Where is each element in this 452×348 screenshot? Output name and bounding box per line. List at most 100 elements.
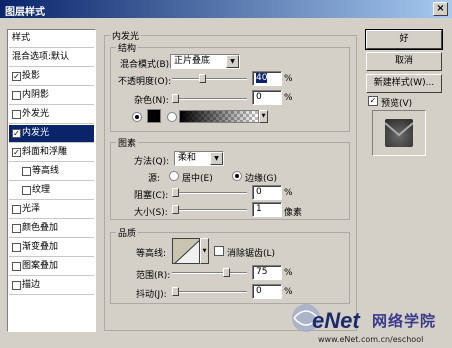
contour-picker[interactable]	[172, 238, 200, 264]
size-input[interactable]: 1	[252, 202, 282, 217]
range-input[interactable]: 75	[252, 265, 282, 280]
range-slider[interactable]	[172, 268, 247, 277]
jitter-input[interactable]: 0	[252, 284, 282, 299]
style-item[interactable]: 纹理	[9, 182, 94, 200]
source-center-label: 居中(E)	[182, 174, 213, 184]
watermark-cn: 网络学院	[372, 312, 437, 330]
noise-input[interactable]: 0	[252, 90, 282, 105]
source-edge-label: 边缘(G)	[245, 174, 277, 184]
range-unit: %	[284, 268, 293, 278]
preview-label: 预览(V)	[381, 99, 413, 109]
checkbox-icon[interactable]	[12, 262, 21, 271]
style-item[interactable]: 外发光	[9, 106, 94, 124]
opacity-input[interactable]: 40	[252, 71, 282, 86]
style-item[interactable]: ✓ 投影	[9, 68, 94, 86]
checkbox-icon[interactable]	[22, 186, 31, 195]
chevron-down-icon: ▼	[226, 55, 239, 68]
jitter-slider-thumb[interactable]	[172, 287, 179, 296]
jitter-slider[interactable]	[172, 287, 247, 296]
gradient-dropdown-icon[interactable]: ▼	[259, 110, 268, 123]
watermark-url: www.eNet.com.cn/eschool	[318, 335, 424, 344]
noise-label: 杂色(N):	[134, 96, 169, 106]
close-button[interactable]: ×	[433, 2, 448, 16]
preview-checkbox[interactable]: ✓	[368, 96, 378, 106]
window-title: 图层样式	[5, 7, 45, 18]
style-item[interactable]: 等高线	[9, 163, 94, 181]
choke-label: 阻塞(C):	[134, 191, 169, 201]
range-label: 范围(R):	[136, 271, 171, 281]
contour-curve-icon	[174, 240, 199, 263]
ok-button[interactable]: 好	[365, 29, 443, 50]
style-item[interactable]: 描边	[9, 277, 94, 295]
checkbox-checked-icon[interactable]: ✓	[12, 148, 21, 157]
style-item-label: 外发光	[22, 109, 50, 119]
styles-header-label: 样式	[12, 33, 31, 43]
solid-color-radio[interactable]	[132, 112, 142, 122]
checkbox-icon[interactable]	[12, 224, 21, 233]
blend-mode-label: 混合模式(B):	[120, 60, 173, 70]
checkbox-icon[interactable]	[12, 110, 21, 119]
method-select[interactable]: 柔和 ▼	[174, 151, 224, 166]
contour-dropdown-icon[interactable]: ▼	[200, 238, 209, 264]
style-item-label: 纹理	[32, 185, 51, 195]
style-item[interactable]: 光泽	[9, 201, 94, 219]
style-item-label: 内发光	[22, 128, 50, 138]
noise-slider[interactable]	[172, 94, 247, 103]
opacity-unit: %	[284, 74, 293, 84]
contour-label: 等高线:	[136, 249, 167, 259]
style-item[interactable]: ✓ 内发光	[9, 125, 94, 143]
noise-slider-thumb[interactable]	[172, 94, 179, 103]
choke-slider-thumb[interactable]	[172, 188, 179, 197]
jitter-label: 抖动(J):	[136, 290, 167, 300]
source-edge-radio[interactable]	[232, 171, 242, 181]
structure-title: 结构	[116, 41, 139, 54]
elements-title: 图素	[116, 136, 139, 149]
choke-unit: %	[284, 188, 293, 198]
choke-slider[interactable]	[172, 188, 247, 197]
watermark-brand: eNet	[312, 308, 360, 333]
style-item-label: 渐变叠加	[22, 242, 59, 252]
gradient-picker[interactable]	[179, 110, 259, 123]
preview-thumbnail	[372, 110, 426, 156]
checkbox-checked-icon[interactable]: ✓	[12, 72, 21, 81]
style-item-label: 内阴影	[22, 90, 50, 100]
choke-input[interactable]: 0	[252, 185, 282, 200]
source-center-radio[interactable]	[169, 171, 179, 181]
envelope-icon	[385, 122, 413, 137]
preview-swatch	[385, 119, 413, 147]
chevron-down-icon: ▼	[210, 152, 223, 165]
styles-header[interactable]: 样式	[9, 30, 94, 48]
style-item[interactable]: 内阴影	[9, 87, 94, 105]
opacity-slider-thumb[interactable]	[199, 74, 207, 83]
opacity-slider[interactable]	[172, 74, 247, 83]
blend-mode-value: 正片叠底	[174, 56, 211, 66]
checkbox-checked-icon[interactable]: ✓	[12, 129, 21, 138]
checkbox-icon[interactable]	[12, 91, 21, 100]
glow-color-swatch[interactable]	[147, 109, 161, 123]
antialias-checkbox[interactable]	[214, 246, 224, 256]
method-label: 方法(Q):	[134, 157, 170, 167]
size-slider[interactable]	[172, 205, 247, 214]
cancel-button[interactable]: 取消	[366, 52, 442, 71]
size-unit: 像素	[284, 208, 303, 218]
checkbox-icon[interactable]	[12, 243, 21, 252]
style-item[interactable]: 图案叠加	[9, 258, 94, 276]
style-item-label: 斜面和浮雕	[22, 147, 68, 157]
checkbox-icon[interactable]	[12, 205, 21, 214]
checkbox-icon[interactable]	[22, 167, 31, 176]
style-item[interactable]: 渐变叠加	[9, 239, 94, 257]
gradient-radio[interactable]	[167, 112, 177, 122]
method-value: 柔和	[178, 153, 197, 163]
checkbox-icon[interactable]	[12, 281, 21, 290]
size-slider-thumb[interactable]	[172, 205, 179, 214]
new-style-button[interactable]: 新建样式(W)...	[366, 74, 442, 93]
size-label: 大小(S):	[134, 208, 168, 218]
style-item[interactable]: 颜色叠加	[9, 220, 94, 238]
opacity-label: 不透明度(O):	[118, 77, 172, 87]
style-item[interactable]: ✓ 斜面和浮雕	[9, 144, 94, 162]
blend-mode-select[interactable]: 正片叠底 ▼	[170, 54, 240, 69]
blend-options-item[interactable]: 混合选项:默认	[9, 49, 94, 67]
jitter-unit: %	[284, 287, 293, 297]
style-item-label: 图案叠加	[22, 261, 59, 271]
range-slider-thumb[interactable]	[223, 268, 230, 277]
